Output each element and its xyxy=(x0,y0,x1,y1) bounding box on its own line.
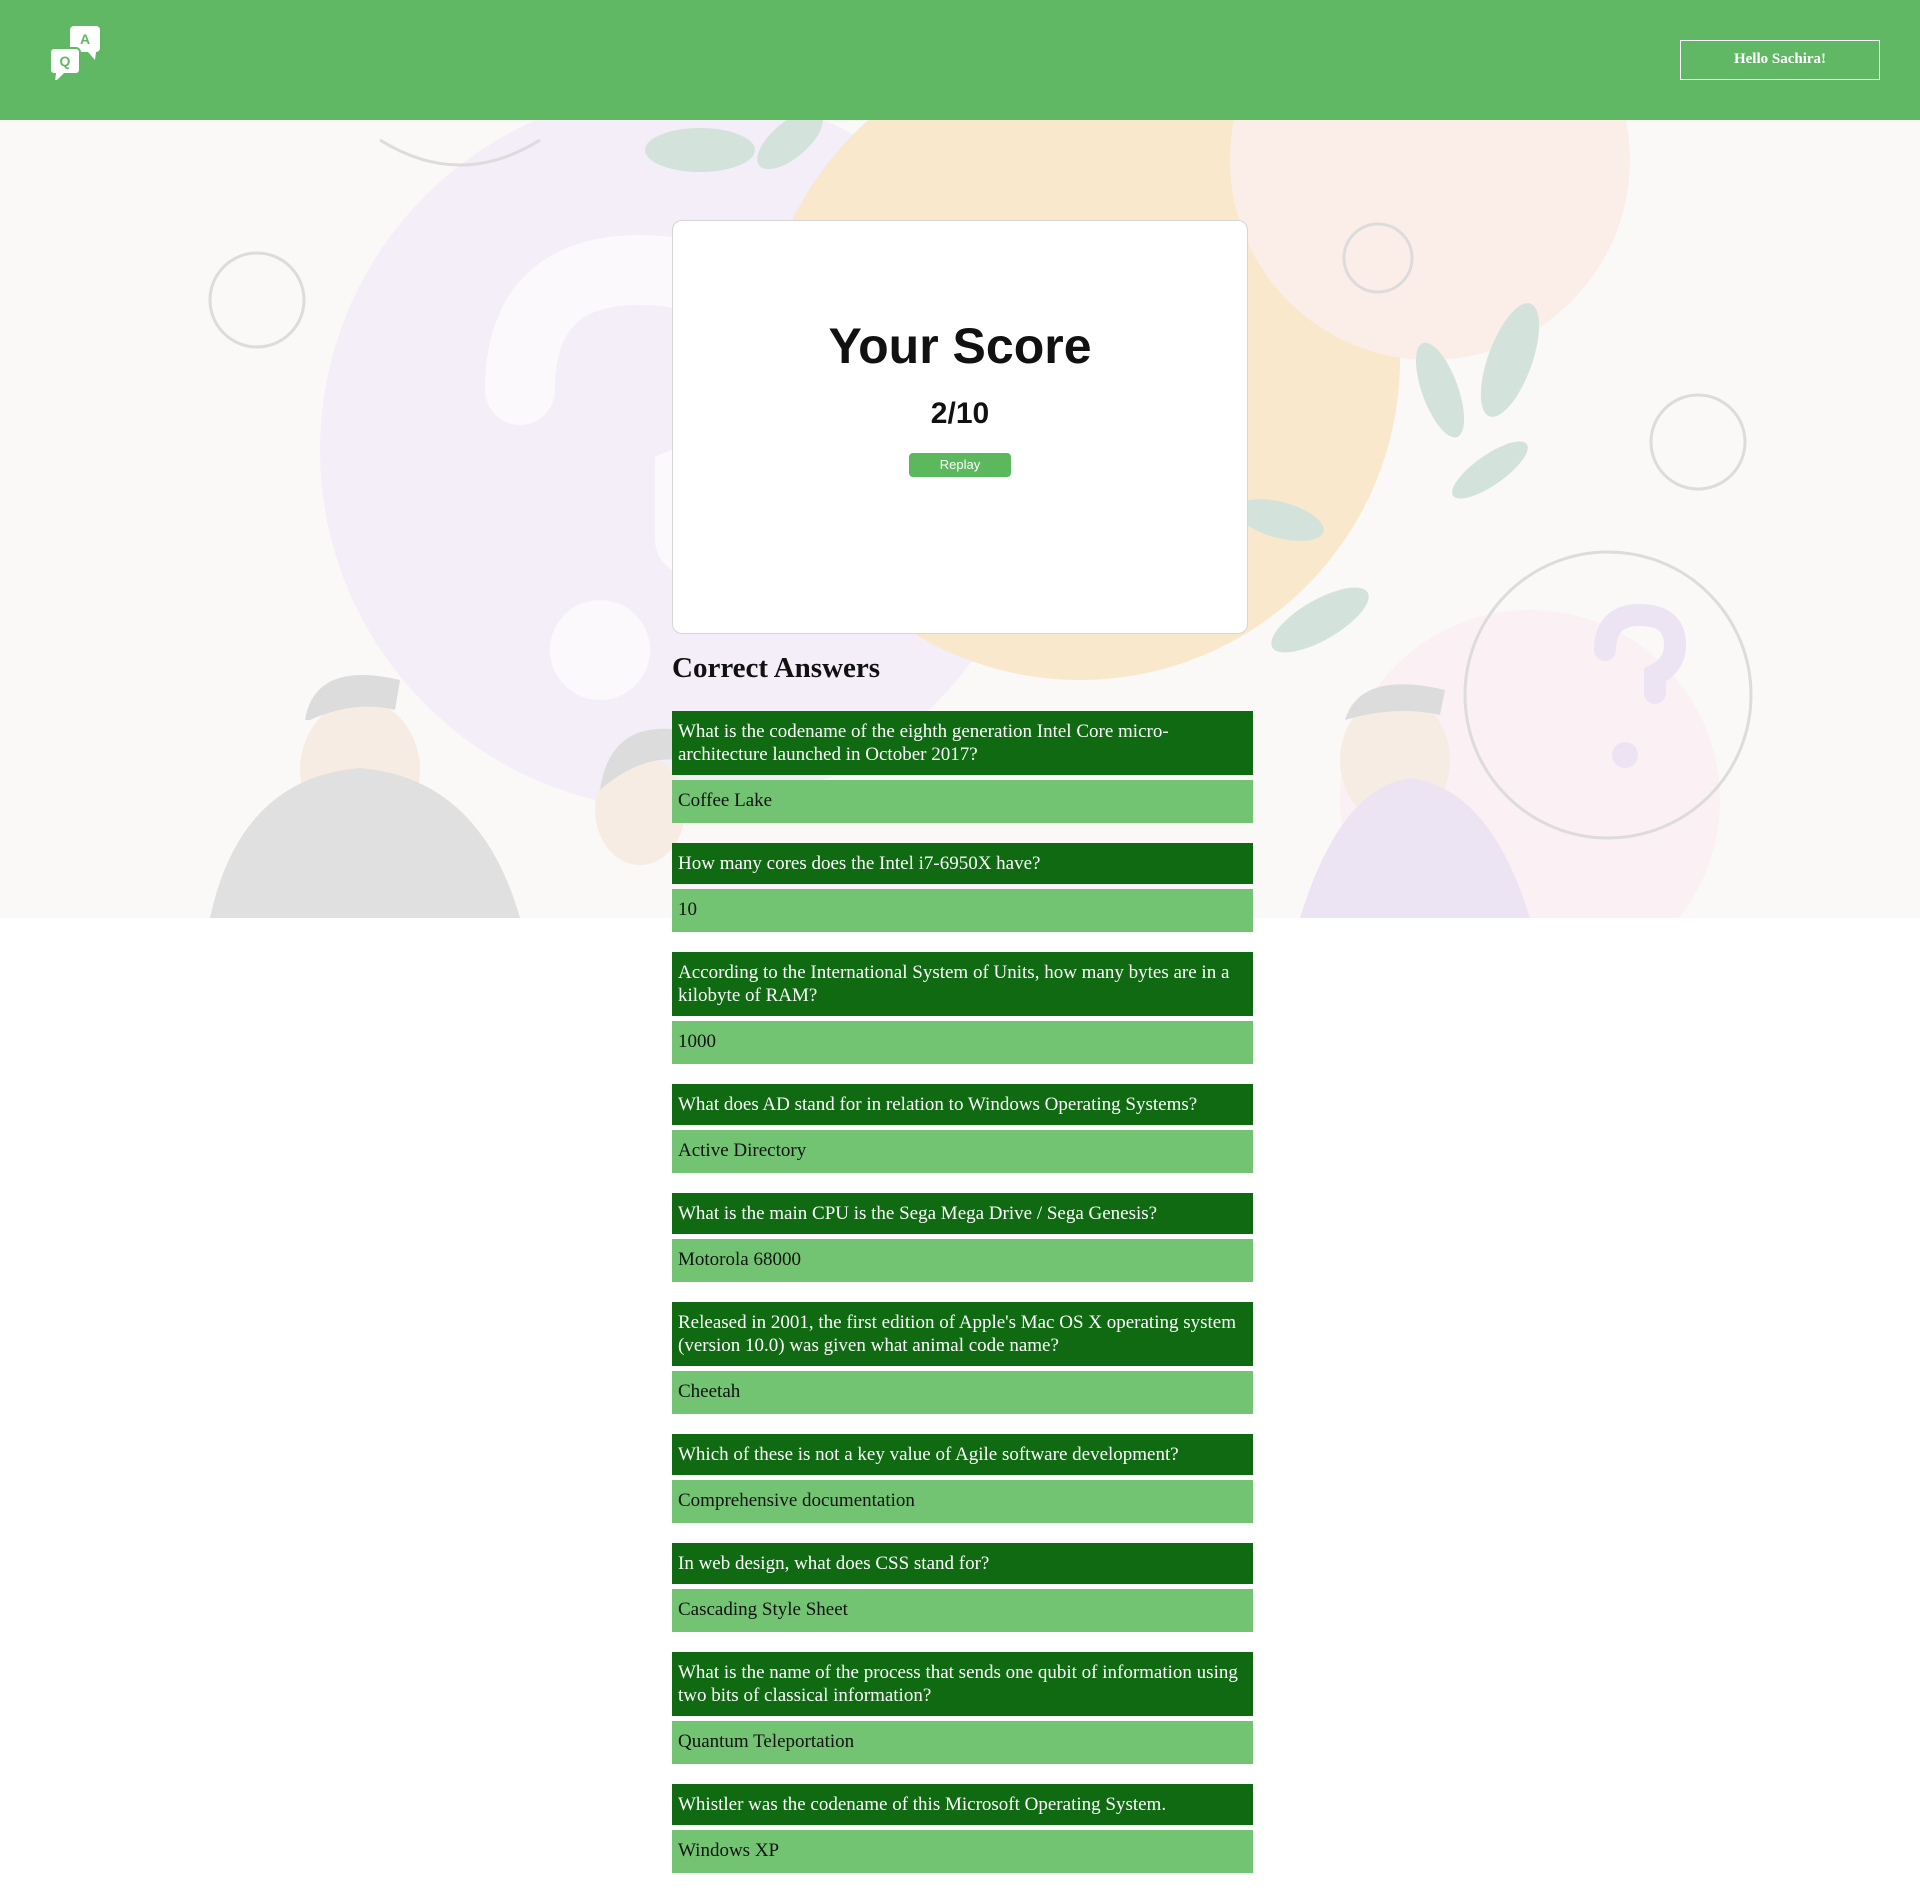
top-navbar: A Q Hello Sachira! xyxy=(0,0,1920,120)
answer-text: Motorola 68000 xyxy=(672,1239,1253,1282)
qa-item: According to the International System of… xyxy=(672,952,1253,1064)
score-value: 2/10 xyxy=(930,397,990,430)
answer-text: Coffee Lake xyxy=(672,780,1253,823)
logo-letter-a: A xyxy=(80,31,90,47)
logo-letter-q: Q xyxy=(60,53,71,69)
question-text: What does AD stand for in relation to Wi… xyxy=(672,1084,1253,1125)
question-text: Which of these is not a key value of Agi… xyxy=(672,1434,1253,1475)
qa-item: How many cores does the Intel i7-6950X h… xyxy=(672,843,1253,932)
qa-item: What is the main CPU is the Sega Mega Dr… xyxy=(672,1193,1253,1282)
qa-item: Whistler was the codename of this Micros… xyxy=(672,1784,1253,1873)
question-text: In web design, what does CSS stand for? xyxy=(672,1543,1253,1584)
qa-chat-logo-icon[interactable]: A Q xyxy=(48,24,104,80)
answer-text: Cheetah xyxy=(672,1371,1253,1414)
qa-item: What does AD stand for in relation to Wi… xyxy=(672,1084,1253,1173)
answers-list: What is the codename of the eighth gener… xyxy=(672,711,1253,1893)
answer-text: Active Directory xyxy=(672,1130,1253,1173)
qa-item: Released in 2001, the first edition of A… xyxy=(672,1302,1253,1414)
answer-text: Cascading Style Sheet xyxy=(672,1589,1253,1632)
score-card: Your Score 2/10 Replay xyxy=(672,220,1248,634)
question-text: Released in 2001, the first edition of A… xyxy=(672,1302,1253,1366)
question-text: According to the International System of… xyxy=(672,952,1253,1016)
qa-item: What is the codename of the eighth gener… xyxy=(672,711,1253,823)
answer-text: Comprehensive documentation xyxy=(672,1480,1253,1523)
answer-text: Quantum Teleportation xyxy=(672,1721,1253,1764)
answer-text: 1000 xyxy=(672,1021,1253,1064)
question-text: Whistler was the codename of this Micros… xyxy=(672,1784,1253,1825)
correct-answers-heading: Correct Answers xyxy=(672,652,881,684)
question-text: How many cores does the Intel i7-6950X h… xyxy=(672,843,1253,884)
question-text: What is the name of the process that sen… xyxy=(672,1652,1253,1716)
qa-item: Which of these is not a key value of Agi… xyxy=(672,1434,1253,1523)
qa-item: What is the name of the process that sen… xyxy=(672,1652,1253,1764)
qa-item: In web design, what does CSS stand for? … xyxy=(672,1543,1253,1632)
user-greeting-button[interactable]: Hello Sachira! xyxy=(1680,40,1880,80)
replay-button[interactable]: Replay xyxy=(909,453,1011,477)
answer-text: Windows XP xyxy=(672,1830,1253,1873)
answer-text: 10 xyxy=(672,889,1253,932)
question-text: What is the main CPU is the Sega Mega Dr… xyxy=(672,1193,1253,1234)
score-title: Your Score xyxy=(828,318,1092,374)
question-text: What is the codename of the eighth gener… xyxy=(672,711,1253,775)
